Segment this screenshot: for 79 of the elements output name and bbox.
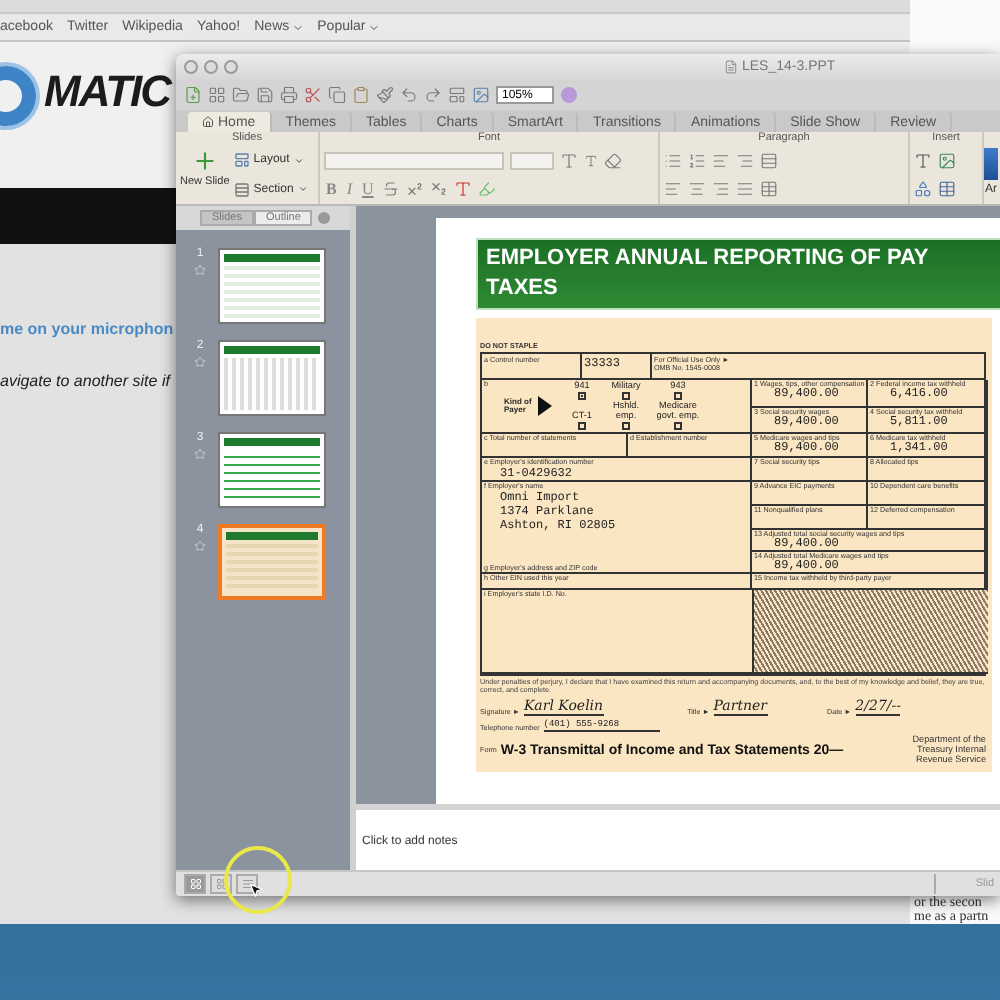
star-icon bbox=[194, 264, 206, 276]
format-button[interactable]: U bbox=[360, 180, 376, 199]
layout-icon bbox=[233, 152, 250, 169]
superscript-icon[interactable] bbox=[405, 180, 424, 199]
clipboard-icon[interactable] bbox=[352, 86, 370, 104]
grid-icon bbox=[215, 878, 227, 890]
document-icon bbox=[724, 60, 738, 74]
caret-icon bbox=[293, 155, 304, 166]
justify-icon[interactable] bbox=[736, 180, 754, 199]
home-icon bbox=[202, 116, 214, 128]
page-link[interactable]: me on your microphon bbox=[0, 320, 174, 338]
paintbrush-icon[interactable] bbox=[376, 86, 394, 104]
close-button[interactable] bbox=[184, 60, 198, 74]
eraser-icon[interactable] bbox=[604, 151, 622, 170]
align-center-icon[interactable] bbox=[688, 180, 706, 199]
checkbox[interactable] bbox=[674, 392, 682, 401]
logo-text: MATIC bbox=[44, 66, 171, 118]
slide-thumbnail[interactable] bbox=[218, 248, 326, 324]
bullet-list-icon[interactable] bbox=[664, 151, 682, 170]
arrow-icon bbox=[538, 396, 552, 416]
grow-font-icon[interactable] bbox=[560, 151, 578, 170]
subscript-icon[interactable] bbox=[429, 180, 448, 199]
numbered-list-icon[interactable] bbox=[688, 151, 706, 170]
checkbox[interactable] bbox=[578, 421, 586, 430]
scissors-icon[interactable] bbox=[304, 86, 322, 104]
grid-icon[interactable] bbox=[208, 86, 226, 104]
undo-icon[interactable] bbox=[400, 86, 418, 104]
star-icon bbox=[194, 448, 206, 460]
normal-view-button[interactable] bbox=[184, 874, 206, 894]
caret-icon bbox=[367, 21, 380, 33]
add-slide-icon bbox=[191, 148, 218, 174]
new-file-icon[interactable] bbox=[184, 86, 202, 104]
zoom-button[interactable] bbox=[224, 60, 238, 74]
checkbox[interactable] bbox=[674, 421, 682, 430]
shrink-font-icon[interactable] bbox=[584, 153, 598, 168]
picture-icon[interactable] bbox=[938, 151, 956, 170]
help-icon[interactable] bbox=[560, 86, 579, 104]
star-icon bbox=[194, 540, 206, 552]
highlighter-icon[interactable] bbox=[477, 180, 496, 199]
folder-icon[interactable] bbox=[232, 86, 250, 104]
spacing-icon[interactable] bbox=[760, 151, 778, 170]
font-field[interactable] bbox=[324, 151, 504, 170]
printer-icon[interactable] bbox=[280, 86, 298, 104]
caret-icon bbox=[291, 21, 304, 33]
format-button[interactable]: I bbox=[344, 180, 355, 199]
minimize-button[interactable] bbox=[204, 60, 218, 74]
slide-title: EMPLOYER ANNUAL REPORTING OF PAY bbox=[486, 244, 931, 274]
table-icon[interactable] bbox=[938, 180, 956, 199]
indent-icon[interactable] bbox=[712, 151, 730, 170]
outdent-icon[interactable] bbox=[736, 151, 754, 170]
slide-thumbnail[interactable] bbox=[218, 524, 326, 600]
slide-thumbnail[interactable] bbox=[218, 432, 326, 508]
checkbox[interactable] bbox=[622, 421, 630, 430]
text-box-icon[interactable] bbox=[914, 151, 932, 170]
page-text: avigate to another site if bbox=[0, 372, 170, 390]
strikethrough-icon[interactable] bbox=[381, 180, 400, 199]
redo-icon[interactable] bbox=[424, 86, 442, 104]
format-button[interactable]: B bbox=[324, 180, 339, 199]
checkbox[interactable] bbox=[578, 392, 586, 401]
section-icon bbox=[233, 181, 250, 198]
slide-title: TAXES bbox=[486, 274, 560, 304]
picture-icon[interactable] bbox=[472, 86, 490, 104]
columns-icon[interactable] bbox=[760, 180, 778, 199]
save-icon[interactable] bbox=[256, 86, 274, 104]
align-left-icon[interactable] bbox=[664, 180, 682, 199]
checkbox[interactable] bbox=[622, 392, 630, 401]
layout-icon[interactable] bbox=[448, 86, 466, 104]
close-icon[interactable] bbox=[318, 212, 331, 224]
grid-icon bbox=[189, 878, 201, 890]
align-right-icon[interactable] bbox=[712, 180, 730, 199]
cursor-icon bbox=[248, 882, 264, 898]
caret-icon bbox=[297, 184, 308, 195]
font-color-icon[interactable] bbox=[453, 180, 472, 199]
shapes-icon[interactable] bbox=[914, 180, 932, 199]
slide-thumbnail[interactable] bbox=[218, 340, 326, 416]
copy-icon[interactable] bbox=[328, 86, 346, 104]
lines-icon bbox=[241, 878, 253, 890]
font-size-field[interactable] bbox=[510, 151, 554, 170]
star-icon bbox=[194, 356, 206, 368]
